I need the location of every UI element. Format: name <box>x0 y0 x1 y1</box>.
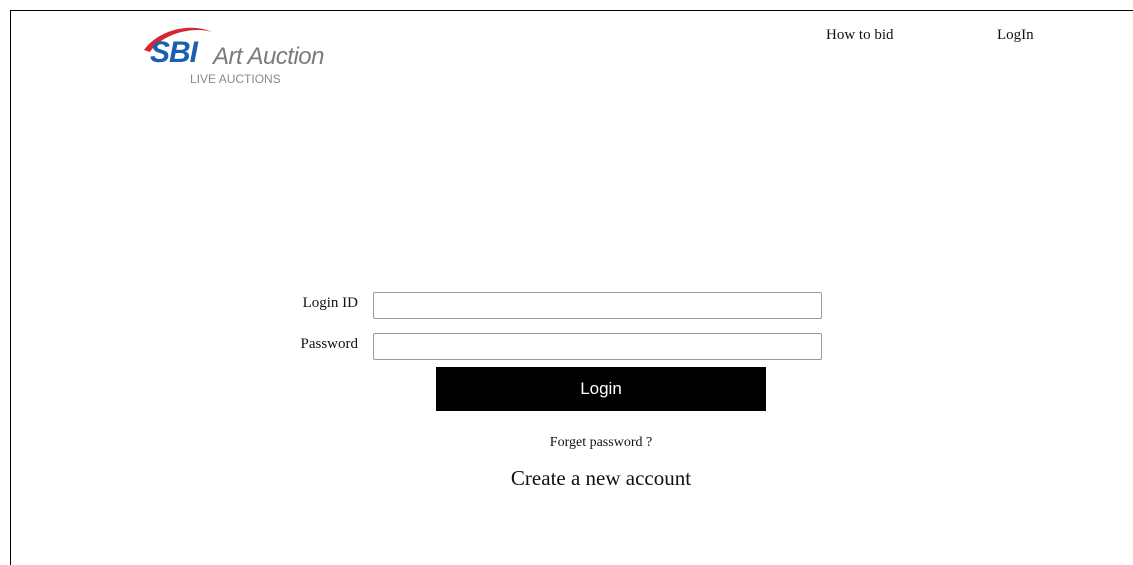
password-label: Password <box>300 336 358 352</box>
password-input[interactable] <box>373 333 822 360</box>
nav-how-to-bid-link[interactable]: How to bid <box>826 26 894 44</box>
nav-login-link[interactable]: LogIn <box>997 26 1034 44</box>
create-account-link[interactable]: Create a new account <box>436 466 766 491</box>
login-id-label: Login ID <box>302 295 358 311</box>
site-logo[interactable]: SBI Art Auction LIVE AUCTIONS <box>140 24 340 90</box>
logo-name: Art Auction <box>213 43 325 70</box>
logo-subtitle: LIVE AUCTIONS <box>190 72 281 86</box>
login-id-input[interactable] <box>373 292 822 319</box>
logo-brand: SBI <box>150 36 198 69</box>
login-button[interactable]: Login <box>436 367 766 411</box>
forget-password-link[interactable]: Forget password ? <box>436 434 766 451</box>
